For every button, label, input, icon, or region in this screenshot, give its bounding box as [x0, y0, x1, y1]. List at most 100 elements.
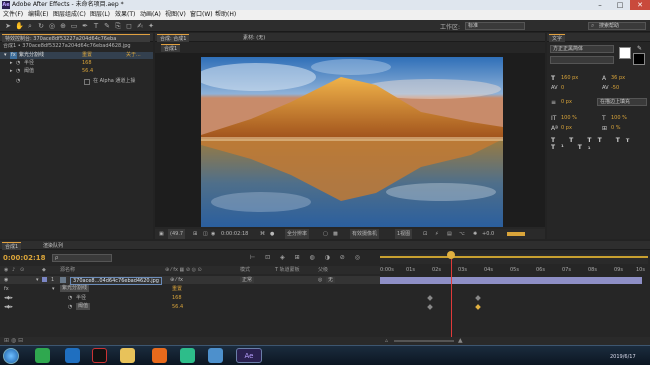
- stopwatch-icon[interactable]: ◔: [16, 68, 20, 75]
- camera-tool-icon[interactable]: ◎: [48, 22, 56, 30]
- maximize-button[interactable]: □: [610, 0, 630, 10]
- keyframe-radius-1[interactable]: [427, 295, 433, 301]
- menu-layer[interactable]: 图层(L): [90, 10, 110, 20]
- layer-switches[interactable]: ⊕ ⁄ fx: [170, 276, 183, 284]
- param-value[interactable]: 56.4: [82, 68, 93, 75]
- layer-mode-select[interactable]: 正常: [240, 277, 255, 283]
- chevron-down-icon[interactable]: ▾: [52, 285, 55, 293]
- views-select[interactable]: 1视图: [395, 229, 413, 239]
- help-search-input[interactable]: 搜索帮助: [588, 22, 646, 30]
- parent-pickwhip-icon[interactable]: ◎: [318, 276, 322, 284]
- rotate-tool-icon[interactable]: ↻: [37, 22, 45, 30]
- tsume-value[interactable]: 0 %: [611, 125, 621, 131]
- leading-value[interactable]: 36 px: [611, 75, 625, 81]
- tab-comp1[interactable]: 合成1: [2, 242, 22, 250]
- menu-edit[interactable]: 编辑(E): [28, 10, 48, 20]
- time-ruler[interactable]: 0:00s 01s 02s 03s 04s 05s 06s 07s 08s 09…: [380, 266, 648, 274]
- region-icon[interactable]: ▢: [323, 229, 328, 239]
- after-effects-taskbar-icon[interactable]: Ae: [236, 348, 262, 363]
- snapshot-icon[interactable]: ⌘: [260, 229, 265, 239]
- tab-composition[interactable]: 合成: 合成1: [157, 34, 190, 42]
- effect-reset-link[interactable]: 重置: [82, 52, 92, 59]
- timeline-zoom-slider[interactable]: [394, 340, 454, 342]
- menu-view[interactable]: 视图(V): [165, 10, 186, 20]
- current-time-indicator-head[interactable]: [447, 251, 455, 259]
- viewer-area[interactable]: [155, 53, 545, 227]
- menu-help[interactable]: 帮助(H): [215, 10, 236, 20]
- font-style-select[interactable]: [550, 56, 614, 64]
- brush-tool-icon[interactable]: ✎: [103, 22, 111, 30]
- keyframe-threshold-1[interactable]: [427, 304, 433, 310]
- alpha-checkbox[interactable]: [84, 79, 90, 85]
- timeline-timecode[interactable]: 0:00:02:18: [3, 254, 46, 262]
- param-value[interactable]: 168: [172, 294, 182, 302]
- menu-file[interactable]: 文件(F): [3, 10, 23, 20]
- timeline-switch-icons[interactable]: ⊢ ⊡ ◈ ⊞ ◍ ◑ ⊘ ◎: [250, 254, 375, 262]
- kerning-value[interactable]: 0: [561, 85, 564, 91]
- param-value[interactable]: 168: [82, 60, 92, 67]
- keyframe-radius-2[interactable]: [475, 295, 481, 301]
- tab-render-queue[interactable]: 渲染队列: [40, 242, 66, 250]
- zoom-out-icon[interactable]: ▵: [385, 337, 388, 345]
- subtab-comp1[interactable]: 合成1: [161, 44, 181, 52]
- layer-name[interactable]: 370ace8...04d64c76ebad4620.jpg: [70, 277, 162, 285]
- zoom-select[interactable]: (49.7: [168, 229, 186, 239]
- param-row-threshold[interactable]: ◂◆▸ ◔ 阈值 56.4: [0, 303, 380, 311]
- zoom-tool-icon[interactable]: ⌕: [26, 22, 34, 30]
- app-360-icon[interactable]: [35, 348, 50, 363]
- menu-effect[interactable]: 效果(T): [115, 10, 135, 20]
- fx-badge[interactable]: fx: [10, 52, 17, 59]
- eraser-tool-icon[interactable]: ◻: [125, 22, 133, 30]
- eyedropper-icon[interactable]: ✎: [637, 45, 642, 52]
- keyframe-threshold-2[interactable]: [475, 304, 481, 310]
- ie-browser-icon[interactable]: [65, 348, 80, 363]
- stopwatch-icon[interactable]: ◔: [16, 60, 20, 67]
- stopwatch-icon[interactable]: ◔: [68, 303, 72, 311]
- grid-toggle-icon[interactable]: ▣: [159, 229, 164, 239]
- menu-animation[interactable]: 动画(A): [140, 10, 161, 20]
- fill-color-swatch[interactable]: [619, 47, 631, 59]
- hand-tool-icon[interactable]: ✋: [15, 22, 24, 30]
- stopwatch-icon[interactable]: ◔: [68, 294, 72, 302]
- flowchart-icon[interactable]: ⌥: [459, 229, 465, 239]
- exposure-value[interactable]: +0.0: [482, 229, 494, 239]
- chevron-down-icon[interactable]: ▾: [4, 52, 7, 59]
- baseline-shift-value[interactable]: 0 px: [561, 125, 572, 131]
- effect-row[interactable]: fx ▾ 紫光分割线 重置: [0, 285, 380, 293]
- timeline-search-input[interactable]: ρ: [52, 254, 112, 262]
- layout-icon[interactable]: ⊡: [423, 229, 427, 239]
- fx-toggle-icon[interactable]: fx: [4, 285, 9, 293]
- work-area-range[interactable]: [380, 256, 648, 258]
- layer-label-color[interactable]: [42, 277, 47, 282]
- keyframe-nav-icon[interactable]: ◂◆▸: [4, 294, 13, 302]
- tab-footage[interactable]: 素材: (无): [240, 34, 268, 42]
- menu-window[interactable]: 窗口(W): [190, 10, 213, 20]
- font-size-value[interactable]: 160 px: [561, 75, 578, 81]
- chevron-right-icon[interactable]: ▸: [10, 60, 13, 67]
- param-row-radius[interactable]: ◂◆▸ ◔ 半径 168: [0, 294, 380, 302]
- layer-duration-bar[interactable]: [380, 277, 642, 284]
- param-value[interactable]: 56.4: [172, 303, 183, 311]
- chevron-right-icon[interactable]: ▸: [10, 68, 13, 75]
- roto-brush-tool-icon[interactable]: ✍: [136, 22, 144, 30]
- type-tool-icon[interactable]: T: [92, 22, 100, 30]
- close-button[interactable]: ✕: [630, 0, 650, 10]
- transparency-grid-icon[interactable]: ▩: [333, 229, 338, 239]
- camera-snapshot-icon[interactable]: ◉: [211, 229, 215, 239]
- pen-tool-icon[interactable]: ✒: [81, 22, 89, 30]
- qq-icon[interactable]: [92, 348, 107, 363]
- timeline-icon[interactable]: ▤: [447, 229, 452, 239]
- horizontal-scale-value[interactable]: 100 %: [611, 115, 627, 121]
- camera-select[interactable]: 有效摄像机: [350, 229, 380, 239]
- photos-icon[interactable]: [208, 348, 223, 363]
- effect-header-row[interactable]: ▾ fx 紫光分割线 重置 关于...: [0, 52, 153, 59]
- minimize-button[interactable]: –: [590, 0, 610, 10]
- mask-tool-icon[interactable]: ▭: [70, 22, 78, 30]
- video-player-icon[interactable]: [180, 348, 195, 363]
- clone-tool-icon[interactable]: ⎘: [114, 22, 122, 30]
- resolution-select[interactable]: 全分辨率: [285, 229, 310, 239]
- pan-behind-tool-icon[interactable]: ⊕: [59, 22, 67, 30]
- start-button[interactable]: [3, 348, 19, 364]
- effect-about-link[interactable]: 关于...: [126, 52, 141, 59]
- tab-effect-controls[interactable]: 特效控制台: 370ace8df53227a204d64c76eba: [2, 34, 150, 42]
